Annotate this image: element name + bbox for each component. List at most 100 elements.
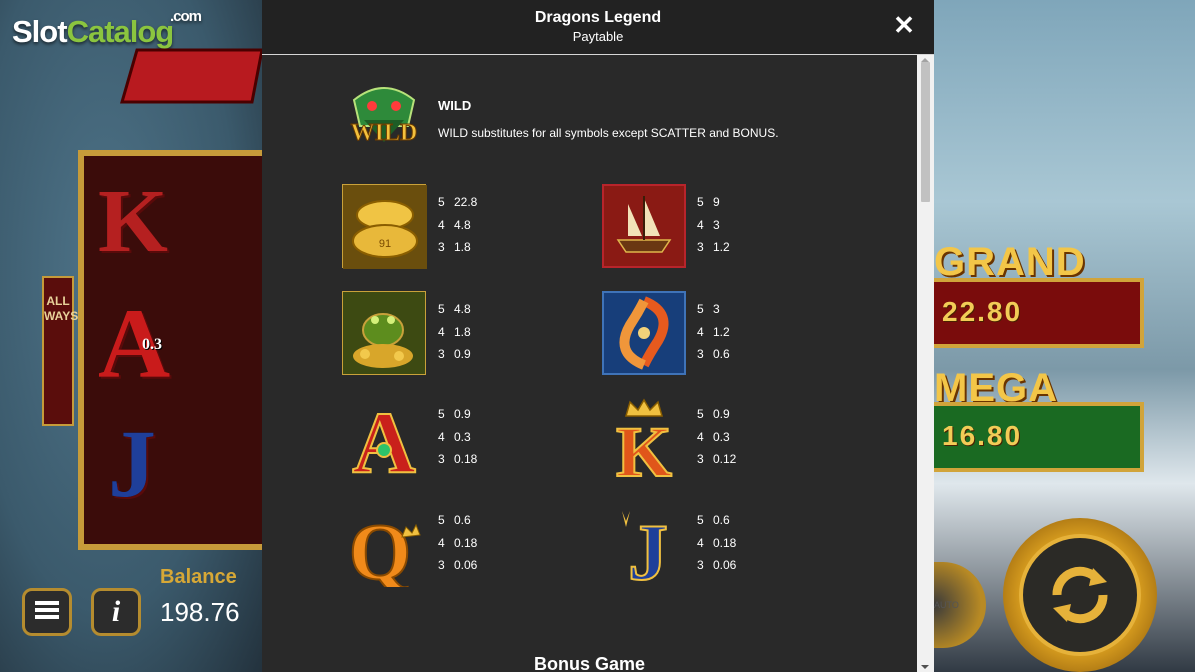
modal-title: Dragons Legend (534, 9, 662, 26)
king-letter: K (616, 412, 672, 480)
pay-count: 5 (697, 195, 704, 209)
frog-icon (342, 291, 426, 375)
watermark-suffix: .com (170, 8, 202, 25)
queen-letter: Q (349, 509, 411, 587)
scroll-thumb[interactable] (921, 62, 930, 202)
wild-icon-text: WILD (351, 120, 418, 146)
pay-count: 4 (438, 429, 445, 444)
pay-value: 4.8 (454, 217, 471, 232)
wild-title: WILD (438, 98, 472, 113)
pay-count: 5 (697, 302, 704, 316)
pay-count: 4 (697, 535, 704, 550)
gold-ingot-pays: 5 22.8 4 4.8 3 1.8 (438, 191, 477, 259)
scrollbar[interactable] (917, 55, 934, 672)
pay-value: 3 (713, 217, 720, 232)
pay-value: 0.3 (713, 429, 730, 444)
pay-count: 3 (438, 240, 445, 254)
hamburger-icon (35, 600, 59, 625)
pay-count: 3 (697, 558, 704, 572)
close-icon[interactable]: ✕ (892, 12, 916, 38)
watermark-brand-a: Slot (12, 14, 68, 49)
pay-value: 0.06 (713, 558, 737, 572)
pay-count: 4 (438, 324, 445, 339)
bonus-game-heading: Bonus Game (533, 654, 646, 672)
king-icon: K (602, 396, 686, 493)
auto-spin-label: AUTO (934, 600, 959, 610)
ace-icon: A (342, 394, 426, 493)
game-title-art (112, 42, 272, 114)
pay-count: 3 (697, 452, 704, 466)
pay-count: 4 (697, 324, 704, 339)
pay-value: 3 (713, 302, 720, 316)
pay-value: 0.18 (713, 535, 737, 550)
paytable-modal: Dragons Legend Paytable ✕ WILD WILD WILD… (262, 0, 934, 672)
modal-header: Dragons Legend Paytable ✕ (262, 0, 934, 55)
ship-pays: 59 43 3 1.2 (697, 191, 730, 259)
ace-letter: A (352, 396, 416, 480)
jack-letter: J (628, 509, 668, 587)
ingot-label: 91 (379, 238, 391, 250)
ship-icon (602, 184, 686, 268)
pay-count: 5 (438, 407, 445, 421)
pay-count: 5 (438, 513, 445, 527)
queen-icon: Q (342, 503, 426, 598)
pay-value: 0.9 (454, 347, 471, 361)
pay-value: 4.8 (454, 302, 471, 316)
koi-fish-pays: 53 4 1.2 3 0.6 (697, 298, 730, 366)
ace-pays: 5 0.9 4 0.3 3 0.18 (438, 403, 477, 471)
balance-value: 198.76 (160, 597, 240, 627)
spin-button-face[interactable] (1019, 534, 1141, 656)
scroll-down-icon[interactable] (921, 665, 929, 669)
pay-count: 4 (697, 429, 704, 444)
pay-count: 3 (438, 452, 445, 466)
spin-arrows-icon (1043, 558, 1117, 637)
pay-value: 0.06 (454, 558, 478, 572)
modal-subtitle: Paytable (572, 29, 624, 44)
pay-value: 0.3 (454, 429, 471, 444)
balance-label: Balance (160, 566, 237, 588)
pay-value: 22.8 (454, 195, 478, 209)
pay-value: 9 (713, 195, 720, 209)
info-icon: i (111, 595, 121, 628)
pay-count: 4 (438, 217, 445, 232)
pay-value: 0.6 (713, 347, 730, 361)
pay-count: 5 (438, 302, 445, 316)
pay-value: 1.2 (713, 324, 730, 339)
king-pays: 5 0.9 4 0.3 3 0.12 (697, 403, 736, 471)
pay-count: 5 (697, 407, 704, 421)
pay-value: 0.9 (713, 407, 730, 421)
pay-count: 3 (438, 558, 445, 572)
pay-count: 4 (438, 535, 445, 550)
grand-jackpot-value: 22.80 (942, 296, 1023, 327)
mega-jackpot-value: 16.80 (942, 420, 1023, 451)
jack-pays: 5 0.6 4 0.18 3 0.06 (697, 509, 736, 577)
pay-value: 0.6 (713, 513, 730, 527)
reel-win-value: 0.3 (142, 336, 162, 353)
reel-king-symbol: K (98, 172, 169, 271)
pay-count: 5 (697, 513, 704, 527)
koi-fish-icon (602, 291, 686, 375)
frog-pays: 5 4.8 4 1.8 3 0.9 (438, 298, 471, 366)
reel-jack-symbol: J (108, 410, 156, 517)
pay-count: 3 (438, 347, 445, 361)
pay-count: 4 (697, 217, 704, 232)
pay-value: 0.6 (454, 513, 471, 527)
pay-count: 3 (697, 240, 704, 254)
jack-icon: J (602, 503, 686, 598)
wild-description: WILD substitutes for all symbols except … (438, 126, 779, 140)
reel-frame: K A 0.3 J (78, 150, 278, 550)
pay-value: 1.8 (454, 324, 471, 339)
all-ways-badge: ALL WAYS (42, 276, 78, 426)
pay-count: 5 (438, 195, 445, 209)
queen-pays: 5 0.6 4 0.18 3 0.06 (438, 509, 477, 577)
pay-value: 0.18 (454, 452, 478, 466)
pay-value: 0.18 (454, 535, 478, 550)
gold-ingot-icon: 91 (342, 184, 427, 269)
pay-count: 3 (697, 347, 704, 361)
menu-button[interactable] (22, 588, 72, 636)
pay-value: 0.12 (713, 452, 737, 466)
pay-value: 1.2 (713, 240, 730, 254)
wild-symbol-icon: WILD (344, 80, 424, 156)
pay-value: 1.8 (454, 240, 471, 254)
info-button[interactable]: i (91, 588, 141, 636)
